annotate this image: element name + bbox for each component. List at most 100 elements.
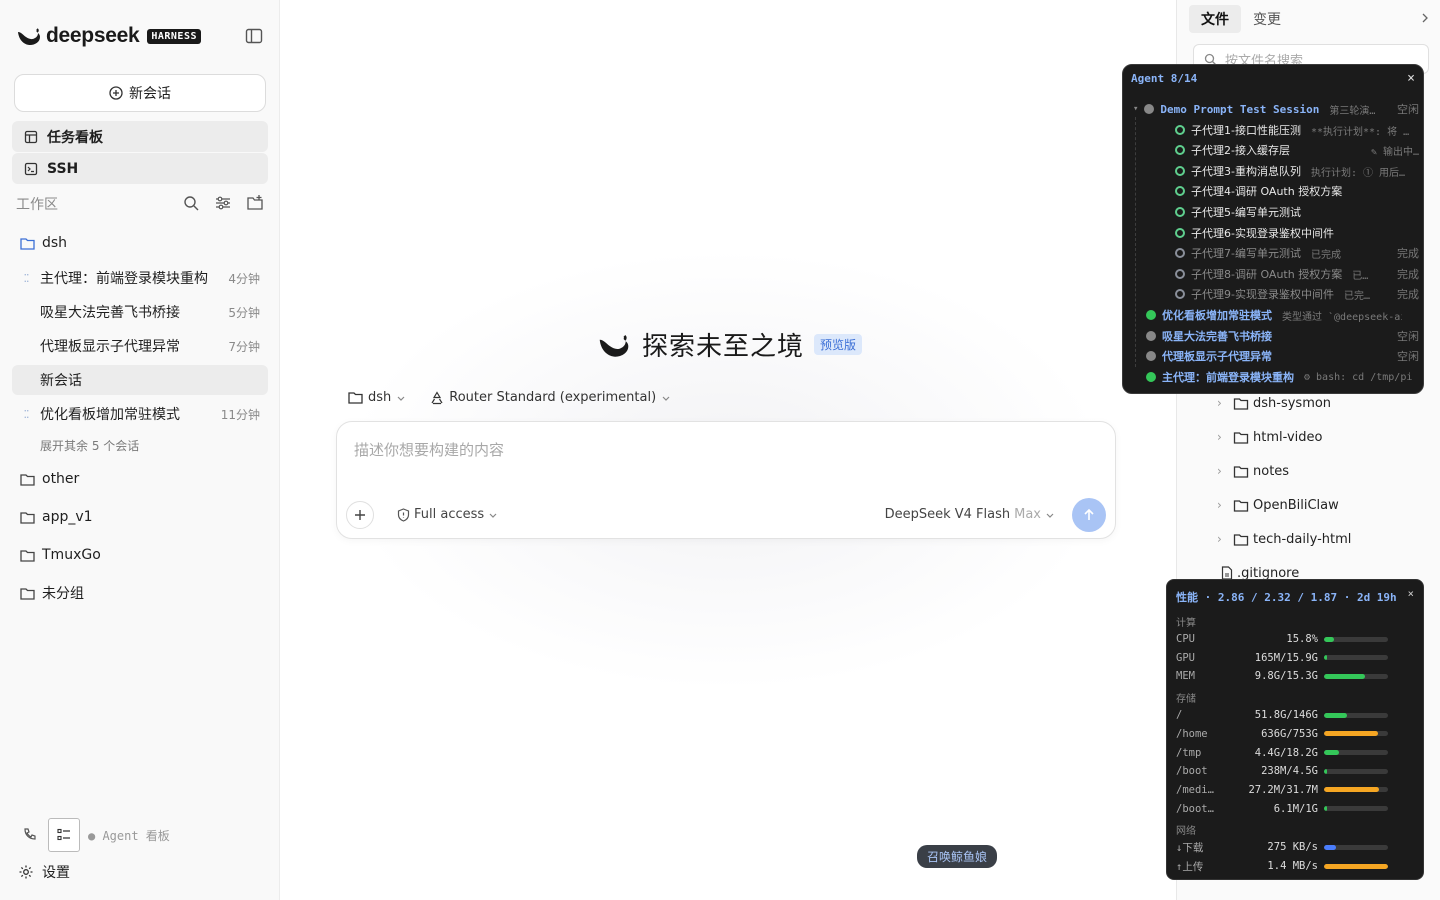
filter-sliders-icon[interactable] — [214, 194, 232, 212]
workspace-group-ungrouped[interactable]: 未分组 — [12, 578, 268, 608]
running-dots-icon: ⁚⁚ — [23, 271, 30, 285]
model-select[interactable]: DeepSeek V4 Flash Max — [885, 507, 1055, 522]
group-name: 未分组 — [42, 586, 84, 602]
hero-title: 探索未至之境 — [642, 332, 805, 362]
phone-icon[interactable] — [22, 827, 38, 843]
arrow-up-icon — [1084, 508, 1094, 520]
metric-bar — [1324, 768, 1388, 774]
agent-session-row[interactable]: 代理板显示子代理异常 空闲 — [1123, 347, 1423, 365]
search-icon[interactable] — [182, 194, 200, 212]
group-name: other — [42, 471, 80, 487]
workspace-group-app-v1[interactable]: app_v1 — [12, 502, 268, 532]
agent-title: Demo Prompt Test Session — [1160, 102, 1320, 116]
close-icon[interactable]: × — [1408, 588, 1414, 600]
file-name: notes — [1253, 463, 1290, 479]
file-tree-folder[interactable]: › notes — [1177, 458, 1440, 484]
new-chat-button[interactable]: 新会话 — [14, 74, 266, 112]
whale-logo-icon — [599, 334, 629, 357]
router-select[interactable]: Router Standard (experimental) — [430, 390, 671, 405]
metric-bar-fill — [1324, 863, 1388, 869]
agent-child-row[interactable]: 子代理9-实现登录鉴权中间件 已完… 完成 — [1123, 285, 1423, 303]
session-item[interactable]: 代理板显示子代理异常 7分钟 — [12, 331, 268, 361]
agent-status: 完成 — [1397, 247, 1419, 260]
perf-metric-row: /medi… 27.2M/31.7M — [1176, 783, 1388, 797]
agent-child-row[interactable]: 子代理3-重构消息队列 执行计划: ① 用后… — [1123, 162, 1423, 180]
agent-child-row[interactable]: 子代理6-实现登录鉴权中间件 — [1123, 224, 1423, 242]
agent-child-row[interactable]: 子代理2-接入缓存层 ✎ 输出中… — [1123, 141, 1423, 159]
settings-button[interactable]: 设置 — [18, 862, 70, 882]
chevron-right-icon[interactable] — [1419, 12, 1431, 24]
metric-value: 6.1M/1G — [1273, 802, 1318, 815]
tab-files[interactable]: 文件 — [1189, 5, 1241, 33]
session-item[interactable]: ⁚⁚ 优化看板增加常驻模式 11分钟 — [12, 399, 268, 429]
expand-more-link[interactable]: 展开其余 5 个会话 — [40, 437, 139, 454]
agent-session-row[interactable]: 优化看板增加常驻模式 类型通过 `@deepseek-ai… — [1123, 306, 1423, 324]
agent-child-row[interactable]: 子代理8-调研 OAuth 授权方案 已… 完成 — [1123, 265, 1423, 283]
agent-title: 子代理8-调研 OAuth 授权方案 — [1191, 268, 1343, 281]
metric-value: 165M/15.9G — [1254, 651, 1318, 664]
nav-ssh[interactable]: SSH — [12, 153, 268, 184]
workspace-group-tmuxgo[interactable]: TmuxGo — [12, 540, 268, 570]
metric-value: 1.4 MB/s — [1267, 860, 1318, 872]
metric-value: 238M/4.5G — [1261, 765, 1318, 778]
running-dots-icon: ⁚⁚ — [23, 407, 30, 421]
file-tree-folder[interactable]: › OpenBiliClaw — [1177, 492, 1440, 518]
logo[interactable]: deepseek HARNESS — [16, 24, 201, 48]
tab-changes[interactable]: 变更 — [1241, 5, 1293, 33]
agent-title: 子代理4-调研 OAuth 授权方案 — [1191, 185, 1343, 198]
prompt-input[interactable]: 描述你想要构建的内容 — [354, 439, 504, 460]
metric-bar-fill — [1324, 673, 1365, 679]
session-item[interactable]: 吸星大法完善飞书桥接 5分钟 — [12, 297, 268, 327]
agent-sub: 已完… — [1343, 290, 1370, 302]
access-select[interactable]: Full access — [397, 507, 498, 522]
close-icon[interactable]: × — [1407, 71, 1415, 86]
sidebar: deepseek HARNESS 新会话 任务看板 SSH 工作区 dsh ⁚⁚… — [0, 0, 280, 900]
session-item[interactable]: ⁚⁚ 主代理：前端登录模块重构 4分钟 — [12, 263, 268, 293]
metric-bar-fill — [1324, 768, 1328, 774]
agent-session-row[interactable]: 吸星大法完善飞书桥接 空闲 — [1123, 327, 1423, 345]
summon-mascot-button[interactable]: 召唤鲸鱼娘 — [917, 845, 998, 868]
file-tree-folder[interactable]: › tech-daily-html — [1177, 526, 1440, 552]
status-dot-icon — [1146, 331, 1156, 341]
status-ring-icon — [1175, 269, 1185, 279]
agent-child-row[interactable]: 子代理4-调研 OAuth 授权方案 — [1123, 182, 1423, 200]
model-tier: Max — [1014, 507, 1041, 522]
perf-section-label: 计算 — [1176, 618, 1196, 629]
send-button[interactable] — [1072, 498, 1106, 532]
metric-name: /medi… — [1176, 783, 1214, 796]
metric-bar — [1324, 750, 1388, 755]
file-panel-tabs: 文件 变更 — [1189, 0, 1440, 38]
agent-child-row[interactable]: 子代理1-接口性能压测 **执行计划**: 将 … — [1123, 121, 1423, 139]
agent-session-row[interactable]: 主代理：前端登录模块重构 ⚙ bash: cd /tmp/pi — [1123, 368, 1423, 386]
folder-icon — [1233, 533, 1249, 546]
attach-button[interactable] — [346, 501, 374, 529]
agent-title: 子代理7-编写单元测试 — [1191, 247, 1301, 260]
access-value: Full access — [414, 507, 485, 522]
new-folder-icon[interactable] — [246, 194, 264, 212]
agent-sub: 类型通过 `@deepseek-ai… — [1282, 311, 1402, 323]
agent-title: 子代理1-接口性能压测 — [1191, 124, 1301, 137]
prompt-input-box[interactable]: 描述你想要构建的内容 Full access DeepSeek V4 Flash… — [336, 421, 1116, 539]
agent-root-row[interactable]: ▾ Demo Prompt Test Session 第三轮演… 空闲 — [1123, 100, 1423, 118]
folder-select[interactable]: dsh — [348, 390, 406, 405]
metric-value: 15.8% — [1286, 633, 1318, 645]
collapse-sidebar-icon[interactable] — [244, 26, 264, 46]
perf-metric-row: /tmp 4.4G/18.2G — [1176, 746, 1388, 760]
agent-board-toggle[interactable] — [48, 818, 80, 852]
workspace-group-other[interactable]: other — [12, 464, 268, 494]
session-item-active[interactable]: 新会话 — [12, 365, 268, 395]
agent-child-row[interactable]: 子代理5-编写单元测试 — [1123, 203, 1423, 221]
metric-bar-fill — [1324, 712, 1347, 718]
agent-status: 空闲 — [1397, 330, 1419, 343]
session-title: 代理板显示子代理异常 — [40, 339, 180, 355]
workspace-group-dsh[interactable]: dsh — [12, 228, 268, 258]
metric-bar-fill — [1324, 806, 1327, 812]
nav-task-board[interactable]: 任务看板 — [12, 121, 268, 152]
session-title: 主代理：前端登录模块重构 — [40, 271, 208, 287]
agent-board-text: Agent 看板 — [102, 829, 170, 843]
file-tree-folder[interactable]: › html-video — [1177, 424, 1440, 450]
agent-status: 完成 — [1397, 268, 1419, 281]
agent-child-row[interactable]: 子代理7-编写单元测试 已完成 完成 — [1123, 244, 1423, 262]
group-name: dsh — [42, 235, 68, 251]
folder-icon — [20, 473, 35, 486]
